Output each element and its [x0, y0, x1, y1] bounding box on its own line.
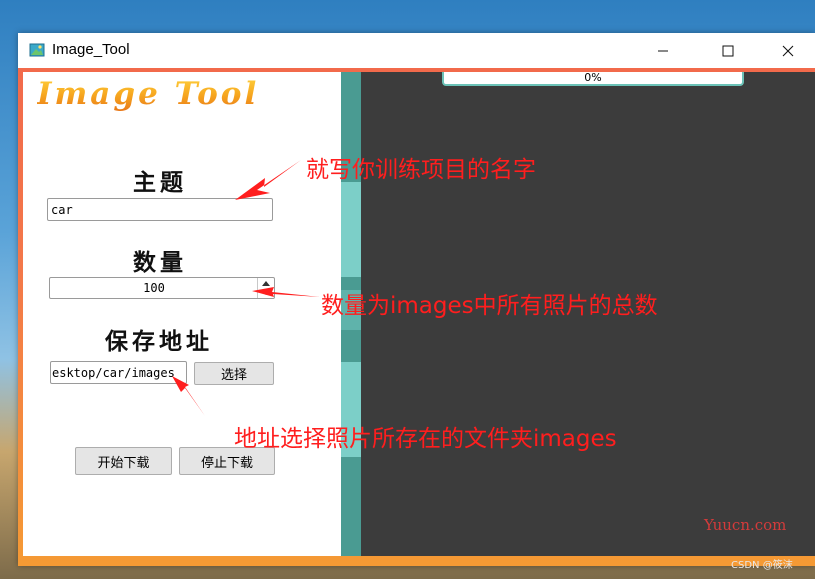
count-value: 100: [143, 281, 165, 295]
site-watermark: Yuucn.com: [704, 516, 787, 534]
control-panel: Image Tool 主题 数量 100 保存地址 esktop/car/ima…: [23, 72, 341, 556]
save-path-value: esktop/car/images: [52, 366, 175, 380]
download-progress-bar: 0%: [442, 72, 744, 86]
image-app-icon: [29, 42, 45, 58]
progress-text: 0%: [584, 71, 602, 84]
csdn-watermark: CSDN @筱沫: [731, 560, 793, 571]
minimize-button[interactable]: [638, 33, 688, 68]
save-path-label: 保存地址: [105, 329, 213, 355]
topic-label: 主题: [133, 170, 187, 196]
spin-arrows-icon[interactable]: [257, 278, 274, 298]
count-label: 数量: [133, 250, 187, 276]
topic-input[interactable]: [47, 198, 273, 221]
start-download-button[interactable]: 开始下载: [75, 447, 172, 475]
browse-button[interactable]: 选择: [194, 362, 274, 385]
maximize-icon: [722, 45, 734, 56]
count-annotation: 数量为images中所有照片的总数: [321, 293, 658, 319]
save-path-input[interactable]: esktop/car/images: [50, 361, 187, 384]
count-spinbox[interactable]: 100: [49, 277, 275, 299]
app-logo: Image Tool: [37, 76, 260, 112]
close-button[interactable]: [763, 33, 813, 68]
title-bar[interactable]: Image_Tool: [18, 33, 815, 68]
maximize-button[interactable]: [703, 33, 753, 68]
path-annotation: 地址选择照片所存在的文件夹images: [234, 426, 617, 452]
close-icon: [782, 45, 794, 56]
minimize-icon: [658, 50, 668, 51]
window-title: Image_Tool: [52, 41, 130, 58]
topic-annotation: 就写你训练项目的名字: [306, 157, 536, 183]
